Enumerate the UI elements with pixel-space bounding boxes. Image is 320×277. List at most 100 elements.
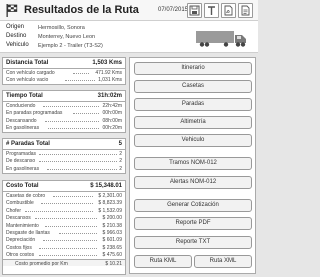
page-title: Resultados de la Ruta (24, 4, 139, 16)
txt-button[interactable] (238, 3, 253, 18)
row-value: 22h:42m (102, 103, 122, 109)
paradas-panel: # Paradas Total 5 Programadas 2 De desca… (2, 138, 126, 174)
vehiculo-button[interactable]: Vehiculo (134, 134, 252, 147)
list-item: Programadas 2 (3, 150, 125, 157)
pdf-button[interactable] (221, 3, 236, 18)
truck-icon (196, 31, 246, 47)
row-value: 471.92 Kms (95, 70, 122, 76)
row-value: 2 (119, 165, 122, 172)
ruta-xml-button[interactable]: Ruta XML (194, 255, 252, 268)
tiempo-total: 31h:02m (97, 93, 122, 99)
row-label: Con vehículo cargado (6, 70, 55, 76)
row-label: En paradas programadas (6, 110, 63, 117)
flag-icon (6, 4, 18, 17)
costo-header: Costo Total $ 15,348.01 (3, 181, 125, 192)
list-item: En gasolineras 2 (3, 165, 125, 172)
row-label: Otros costos (6, 252, 35, 259)
distancia-panel: Distancia Total 1,503 Kms Con vehículo c… (2, 57, 126, 85)
row-value: $ 601.09 (102, 237, 122, 244)
list-item: Casetas de cobro $ 2,301.00 (3, 192, 125, 199)
row-label: Depreciación (6, 237, 36, 244)
save-icon (189, 5, 200, 16)
list-item: De descanso 2 (3, 157, 125, 164)
list-item: Depreciación $ 601.09 (3, 236, 125, 243)
row-value: $ 2,301.00 (98, 193, 122, 199)
list-item: Desgaste de llantas $ 966.03 (3, 229, 125, 236)
costo-title: Costo Total (6, 183, 39, 189)
generar-cotizacion-button[interactable]: Generar Cotización (134, 199, 252, 212)
costo-promedio-label: Costo promedio por Km (15, 260, 68, 267)
distancia-total: 1,503 Kms (92, 60, 122, 66)
row-value: $ 8,823.39 (98, 200, 122, 207)
costo-promedio-row: Costo promedio por Km $ 10.21 (3, 258, 125, 267)
row-label: Mantenimiento (6, 222, 39, 229)
row-value: $ 238.65 (102, 244, 122, 251)
casetas-button[interactable]: Casetas (134, 80, 252, 93)
row-label: En gasolineras (6, 165, 40, 172)
row-label: Descansando (6, 117, 37, 124)
reporte-txt-button[interactable]: Reporte TXT (134, 236, 252, 249)
row-value: 1,031 Kms (98, 77, 122, 84)
altimetria-button[interactable]: Altimetría (134, 116, 252, 129)
list-item: Combustible $ 8,823.39 (3, 199, 125, 206)
paradas-button[interactable]: Paradas (134, 98, 252, 111)
row-label: Costos fijos (6, 244, 32, 251)
tiempo-panel: Tiempo Total 31h:02m Conduciendo 22h:42m… (2, 90, 126, 133)
list-item: En paradas programadas 00h:00m (3, 109, 125, 116)
row-label: Programadas (6, 151, 37, 157)
row-label: Desgaste de llantas (6, 229, 50, 236)
list-item: Costos fijos $ 238.65 (3, 244, 125, 251)
row-value: $ 210.38 (102, 222, 122, 229)
row-label: De descanso (6, 158, 36, 165)
txt-icon (241, 5, 250, 16)
tramos-nom-012-button[interactable]: Tramos NOM-012 (134, 157, 252, 170)
list-item: Otros costos $ 475.60 (3, 251, 125, 258)
row-value: 2 (119, 151, 122, 157)
ruta-kml-button[interactable]: Ruta KML (134, 255, 192, 268)
origen-value: Hermosillo, Sonora (38, 24, 85, 31)
tiempo-header: Tiempo Total 31h:02m (3, 91, 125, 102)
save-button[interactable] (187, 3, 202, 18)
row-value: 00h:00m (102, 110, 122, 117)
list-item: Con vehículo vacio 1,031 Kms (3, 76, 125, 83)
distancia-title: Distancia Total (6, 60, 49, 66)
itinerario-button[interactable]: Itinerario (134, 62, 252, 75)
row-label: Conduciendo (6, 103, 36, 109)
origen-label: Origen (6, 24, 25, 30)
row-label: Casetas de cobro (6, 193, 46, 199)
row-label: Combustible (6, 200, 34, 207)
vehiculo-value: Ejemplo 2 - Trailer (T3-S2) (38, 42, 103, 49)
list-item: Mantenimiento $ 210.38 (3, 222, 125, 229)
font-size-icon (208, 6, 215, 15)
row-value: $ 966.03 (102, 229, 122, 236)
list-item: Chofer $ 1,532.09 (3, 207, 125, 214)
paradas-header: # Paradas Total 5 (3, 139, 125, 150)
distancia-header: Distancia Total 1,503 Kms (3, 58, 125, 69)
font-size-button[interactable] (204, 3, 219, 18)
destino-label: Destino (6, 33, 27, 39)
header-bar: Resultados de la Ruta 07/07/2015 (0, 0, 258, 21)
reporte-pdf-button[interactable]: Reporte PDF (134, 217, 252, 230)
paradas-title: # Paradas Total (6, 141, 50, 147)
destino-value: Monterrey, Nuevo Leon (38, 33, 96, 40)
row-value: 00h:20m (102, 125, 122, 132)
alertas-nom-012-button[interactable]: Alertas NOM-012 (134, 176, 252, 189)
row-label: Con vehículo vacio (6, 77, 49, 84)
list-item: En gasolineras 00h:20m (3, 124, 125, 131)
row-value: $ 475.60 (102, 252, 122, 259)
list-item: Conduciendo 22h:42m (3, 102, 125, 109)
list-item: Descansos $ 200.00 (3, 214, 125, 221)
costo-panel: Costo Total $ 15,348.01 Casetas de cobro… (2, 180, 126, 275)
list-item: Con vehículo cargado 471.92 Kms (3, 69, 125, 76)
costo-promedio-value: $ 10.21 (105, 260, 122, 267)
vehiculo-label: Vehiculo (6, 42, 29, 48)
row-value: 2 (119, 158, 122, 165)
pdf-icon (224, 5, 233, 16)
route-info: Origen Hermosillo, Sonora Destino Monter… (0, 21, 258, 53)
row-value: 08h:00m (102, 117, 122, 124)
row-label: Descansos (6, 215, 31, 222)
row-value: $ 200.00 (102, 215, 122, 222)
row-label: En gasolineras (6, 125, 40, 132)
route-date: 07/07/2015 (158, 7, 189, 13)
list-item: Descansando 08h:00m (3, 117, 125, 124)
